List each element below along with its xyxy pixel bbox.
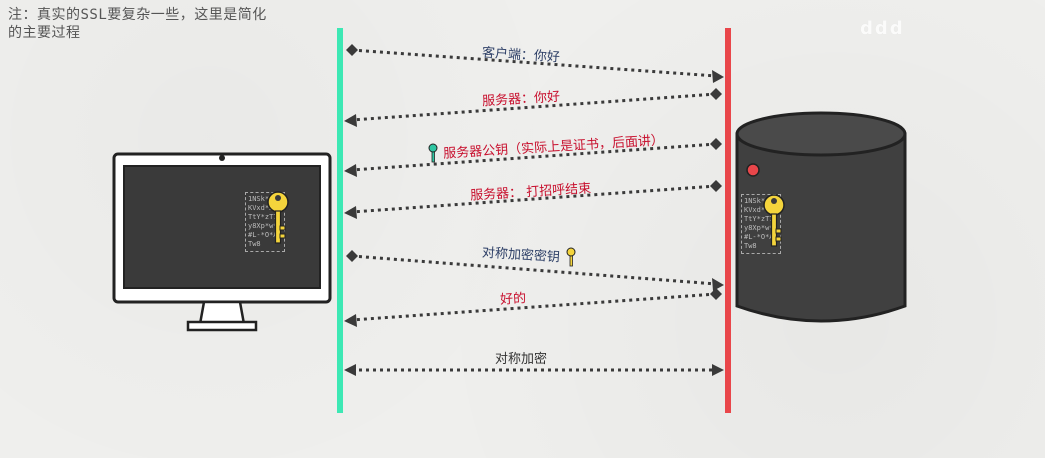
- key-icon: [428, 143, 438, 167]
- message-arrows: [344, 44, 724, 376]
- message-label: 好的: [499, 291, 527, 308]
- arrow-ok: [351, 292, 717, 322]
- message-label: 对称加密: [495, 352, 548, 367]
- key-icon: [566, 247, 576, 271]
